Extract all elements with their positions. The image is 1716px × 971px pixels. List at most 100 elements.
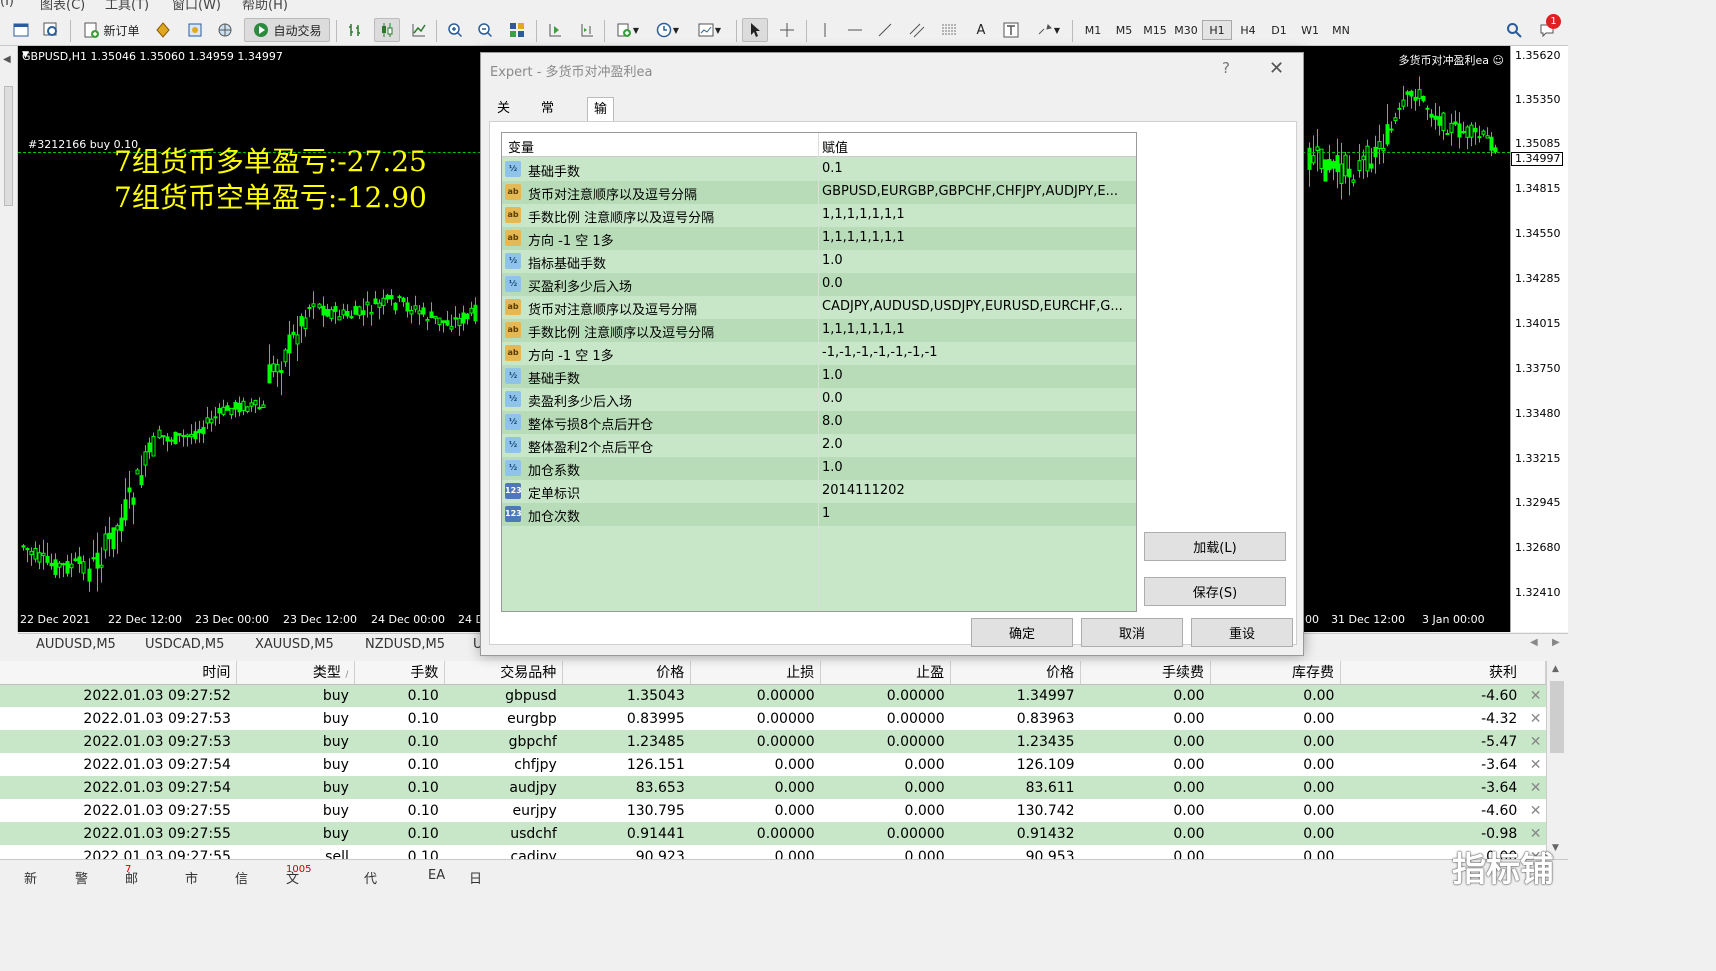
close-order-icon[interactable]: ✕	[1525, 688, 1542, 704]
zoom-in-button[interactable]	[442, 18, 468, 42]
tab-articles[interactable]: 文章1005	[286, 864, 311, 887]
candle-chart-button[interactable]	[374, 18, 400, 42]
parameter-value[interactable]: 1.0	[822, 368, 1134, 383]
parameter-row[interactable]: ab 手数比例 注意顺序以及逗号分隔 1,1,1,1,1,1,1	[502, 204, 1136, 227]
parameter-row[interactable]: ½ 整体盈利2个点后平仓 2.0	[502, 434, 1136, 457]
close-icon[interactable]: ✕	[1269, 58, 1284, 79]
tab-inputs[interactable]: 输入参数	[587, 97, 615, 189]
timeframe-m15[interactable]: M15	[1140, 20, 1170, 40]
parameter-value[interactable]: 0.1	[822, 161, 1134, 176]
parameter-value[interactable]: GBPUSD,EURGBP,GBPCHF,CHFJPY,AUDJPY,E...	[822, 184, 1134, 199]
parameter-row[interactable]: ab 手数比例 注意顺序以及逗号分隔 1,1,1,1,1,1,1	[502, 319, 1136, 342]
auto-trading-button[interactable]: 自动交易	[244, 18, 330, 42]
indicators-button[interactable]: ▼	[610, 18, 644, 42]
close-order-icon[interactable]: ✕	[1525, 780, 1542, 796]
templates-button[interactable]: ▼	[692, 18, 726, 42]
parameter-value[interactable]: 2014111202	[822, 483, 1134, 498]
chart-shift-button[interactable]	[574, 18, 600, 42]
col-take-profit[interactable]: 止盈	[820, 661, 952, 685]
close-order-icon[interactable]: ✕	[1525, 826, 1542, 842]
timeframe-m30[interactable]: M30	[1171, 20, 1201, 40]
timeframe-mn[interactable]: MN	[1326, 20, 1356, 40]
fibonacci-button[interactable]	[936, 18, 962, 42]
parameter-value[interactable]: 1.0	[822, 253, 1134, 268]
chart-tab-xauusd[interactable]: XAUUSD,M5	[255, 637, 334, 652]
col-type[interactable]: 类型 /	[236, 661, 356, 685]
zoom-out-button[interactable]	[472, 18, 498, 42]
parameter-value[interactable]: -1,-1,-1,-1,-1,-1,-1	[822, 345, 1134, 360]
save-button[interactable]: 保存(S)	[1144, 577, 1286, 606]
reset-button[interactable]: 重设	[1191, 618, 1293, 647]
parameter-row[interactable]: 123 定单标识 2014111202	[502, 480, 1136, 503]
parameter-value[interactable]: 1	[822, 506, 1134, 521]
parameter-value[interactable]: 1,1,1,1,1,1,1	[822, 230, 1134, 245]
menu-item[interactable]: (I)	[0, 0, 14, 9]
close-order-icon[interactable]: ✕	[1525, 734, 1542, 750]
zoom-chart-button[interactable]	[38, 18, 64, 42]
text-tool-button[interactable]: A	[968, 18, 994, 42]
ok-button[interactable]: 确定	[971, 618, 1073, 647]
timeframe-h1[interactable]: H1	[1202, 20, 1232, 40]
left-scrollbar[interactable]	[4, 86, 13, 206]
order-row[interactable]: 2022.01.03 09:27:55 buy 0.10 eurjpy 130.795 0…	[0, 799, 1546, 822]
timeframe-m5[interactable]: M5	[1109, 20, 1139, 40]
navigator-button[interactable]	[182, 18, 208, 42]
menu-item-tools[interactable]: 工具(T)	[105, 0, 149, 12]
market-watch-button[interactable]	[150, 18, 176, 42]
menu-item-help[interactable]: 帮助(H)	[242, 0, 288, 12]
chart-tab-usdcad[interactable]: USDCAD,M5	[145, 637, 224, 652]
new-order-button[interactable]: 新订单	[76, 18, 146, 42]
col-symbol[interactable]: 交易品种	[444, 661, 564, 685]
chart-tab-audusd[interactable]: AUDUSD,M5	[36, 637, 116, 652]
order-row[interactable]: 2022.01.03 09:27:54 buy 0.10 audjpy 83.653 0.…	[0, 776, 1546, 799]
scroll-up-icon[interactable]: ▲	[1552, 664, 1559, 674]
parameter-row[interactable]: ½ 基础手数 0.1	[502, 158, 1136, 181]
parameter-value[interactable]: 2.0	[822, 437, 1134, 452]
parameter-row[interactable]: ab 方向 -1 空 1多 1,1,1,1,1,1,1	[502, 227, 1136, 250]
col-lots[interactable]: 手数	[354, 661, 446, 685]
order-row[interactable]: 2022.01.03 09:27:54 buy 0.10 chfjpy 126.151 0…	[0, 753, 1546, 776]
timeframe-w1[interactable]: W1	[1295, 20, 1325, 40]
crosshair-button[interactable]	[774, 18, 800, 42]
col-swap[interactable]: 库存费	[1210, 661, 1341, 685]
scroll-left-icon[interactable]: ◀	[1530, 637, 1538, 648]
parameter-row[interactable]: ab 货币对注意顺序以及逗号分隔 CADJPY,AUDUSD,USDJPY,EURU…	[502, 296, 1136, 319]
close-order-icon[interactable]: ✕	[1525, 757, 1542, 773]
timeframe-d1[interactable]: D1	[1264, 20, 1294, 40]
auto-scroll-button[interactable]	[542, 18, 568, 42]
parameter-value[interactable]: CADJPY,AUDUSD,USDJPY,EURUSD,EURCHF,G...	[822, 299, 1134, 314]
cancel-button[interactable]: 取消	[1081, 618, 1183, 647]
order-row[interactable]: 2022.01.03 09:27:55 buy 0.10 usdchf 0.91441 0…	[0, 822, 1546, 845]
tab-common[interactable]: 常用	[535, 97, 560, 140]
orders-scrollbar[interactable]: ▲ ▼	[1546, 661, 1568, 859]
arrows-button[interactable]: ▼	[1030, 18, 1066, 42]
col-stop-loss[interactable]: 止损	[690, 661, 822, 685]
timeframe-h4[interactable]: H4	[1233, 20, 1263, 40]
load-button[interactable]: 加载(L)	[1144, 532, 1286, 561]
scroll-thumb[interactable]	[1550, 681, 1564, 753]
tile-windows-button[interactable]	[504, 18, 530, 42]
scroll-right-icon[interactable]: ▶	[1552, 637, 1560, 648]
order-row[interactable]: 2022.01.03 09:27:52 buy 0.10 gbpusd 1.35043 0…	[0, 684, 1546, 707]
parameter-value[interactable]: 1,1,1,1,1,1,1	[822, 322, 1134, 337]
col-profit[interactable]: 获利	[1340, 661, 1546, 685]
vertical-line-button[interactable]	[812, 18, 838, 42]
parameter-row[interactable]: ½ 指标基础手数 1.0	[502, 250, 1136, 273]
parameter-row[interactable]: 123 加仓次数 1	[502, 503, 1136, 526]
profiles-button[interactable]	[8, 18, 34, 42]
parameter-row[interactable]: ½ 买盈利多少后入场 0.0	[502, 273, 1136, 296]
order-row[interactable]: 2022.01.03 09:27:53 buy 0.10 gbpchf 1.23485 0…	[0, 730, 1546, 753]
parameter-value[interactable]: 0.0	[822, 276, 1134, 291]
parameter-row[interactable]: ab 货币对注意顺序以及逗号分隔 GBPUSD,EURGBP,GBPCHF,CHFJ…	[502, 181, 1136, 204]
bar-chart-button[interactable]	[342, 18, 368, 42]
parameter-row[interactable]: ½ 基础手数 1.0	[502, 365, 1136, 388]
help-button[interactable]: ?	[1222, 59, 1230, 77]
col-open-price[interactable]: 价格	[562, 661, 692, 685]
parameter-row[interactable]: ab 方向 -1 空 1多 -1,-1,-1,-1,-1,-1,-1	[502, 342, 1136, 365]
timeframe-m1[interactable]: M1	[1078, 20, 1108, 40]
text-label-button[interactable]	[998, 18, 1024, 42]
line-chart-button[interactable]	[406, 18, 432, 42]
periods-button[interactable]: ▼	[650, 18, 684, 42]
cursor-button[interactable]	[742, 18, 768, 42]
col-current-price[interactable]: 价格	[950, 661, 1082, 685]
